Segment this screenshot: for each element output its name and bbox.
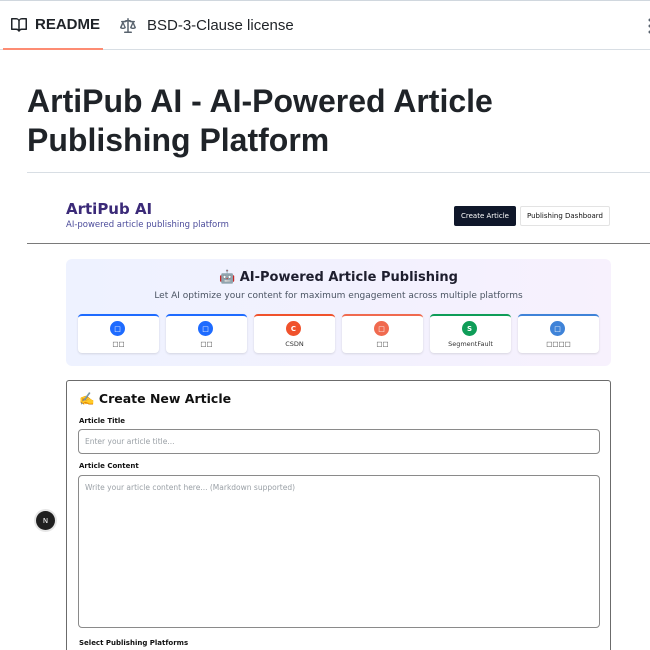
app-screenshot: ArtiPub AI AI-powered article publishing… xyxy=(27,186,650,650)
platform-badge: S xyxy=(462,321,477,336)
platform-badge: □ xyxy=(550,321,565,336)
article-content-label: Article Content xyxy=(79,462,139,470)
select-platforms-label: Select Publishing Platforms xyxy=(79,639,189,647)
heading-divider xyxy=(27,172,650,173)
tab-readme-label: README xyxy=(35,16,101,33)
form-title: ✍️ Create New Article xyxy=(79,391,232,406)
article-title-label: Article Title xyxy=(79,417,126,425)
tab-readme[interactable]: README xyxy=(3,1,103,50)
platform-card[interactable]: S SegmentFault xyxy=(430,314,511,353)
platform-badge: □ xyxy=(198,321,213,336)
hero-subtitle: Let AI optimize your content for maximum… xyxy=(154,291,523,301)
platform-card[interactable]: □ □□ xyxy=(342,314,423,353)
app-header-divider xyxy=(27,243,650,244)
platform-badge: □ xyxy=(374,321,389,336)
app-tagline: AI-powered article publishing platform xyxy=(66,220,229,230)
platform-badge: C xyxy=(286,321,301,336)
platform-card[interactable]: □ □□ xyxy=(166,314,247,353)
app-brand: ArtiPub AI xyxy=(66,200,153,218)
publishing-dashboard-button[interactable]: Publishing Dashboard xyxy=(520,206,610,226)
floating-n-badge[interactable]: N xyxy=(36,511,55,530)
hero-title: 🤖 AI-Powered Article Publishing xyxy=(218,270,458,285)
tab-license-label: BSD-3-Clause license xyxy=(147,17,294,34)
create-article-form: ✍️ Create New Article Article Title Arti… xyxy=(66,380,611,650)
scale-icon xyxy=(120,17,136,34)
platform-name: □□□□ xyxy=(546,340,571,348)
repo-tab-bar: README BSD-3-Clause license xyxy=(0,0,650,50)
platform-name: CSDN xyxy=(285,340,304,348)
platform-name: SegmentFault xyxy=(448,340,493,348)
platform-name: □□ xyxy=(200,340,213,348)
book-icon xyxy=(11,17,27,33)
platform-name: □□ xyxy=(112,340,125,348)
hero-banner: 🤖 AI-Powered Article Publishing Let AI o… xyxy=(66,259,611,366)
platform-card[interactable]: □ □□ xyxy=(78,314,159,353)
platform-card[interactable]: C CSDN xyxy=(254,314,335,353)
article-title-input[interactable] xyxy=(78,429,600,454)
readme-title: ArtiPub AI - AI-Powered Article Publishi… xyxy=(27,83,493,158)
platform-card[interactable]: □ □□□□ xyxy=(518,314,599,353)
article-content-textarea[interactable] xyxy=(78,475,600,628)
tab-license[interactable]: BSD-3-Clause license xyxy=(120,1,294,50)
platform-badge: □ xyxy=(110,321,125,336)
platform-name: □□ xyxy=(376,340,389,348)
create-article-button[interactable]: Create Article xyxy=(454,206,516,226)
